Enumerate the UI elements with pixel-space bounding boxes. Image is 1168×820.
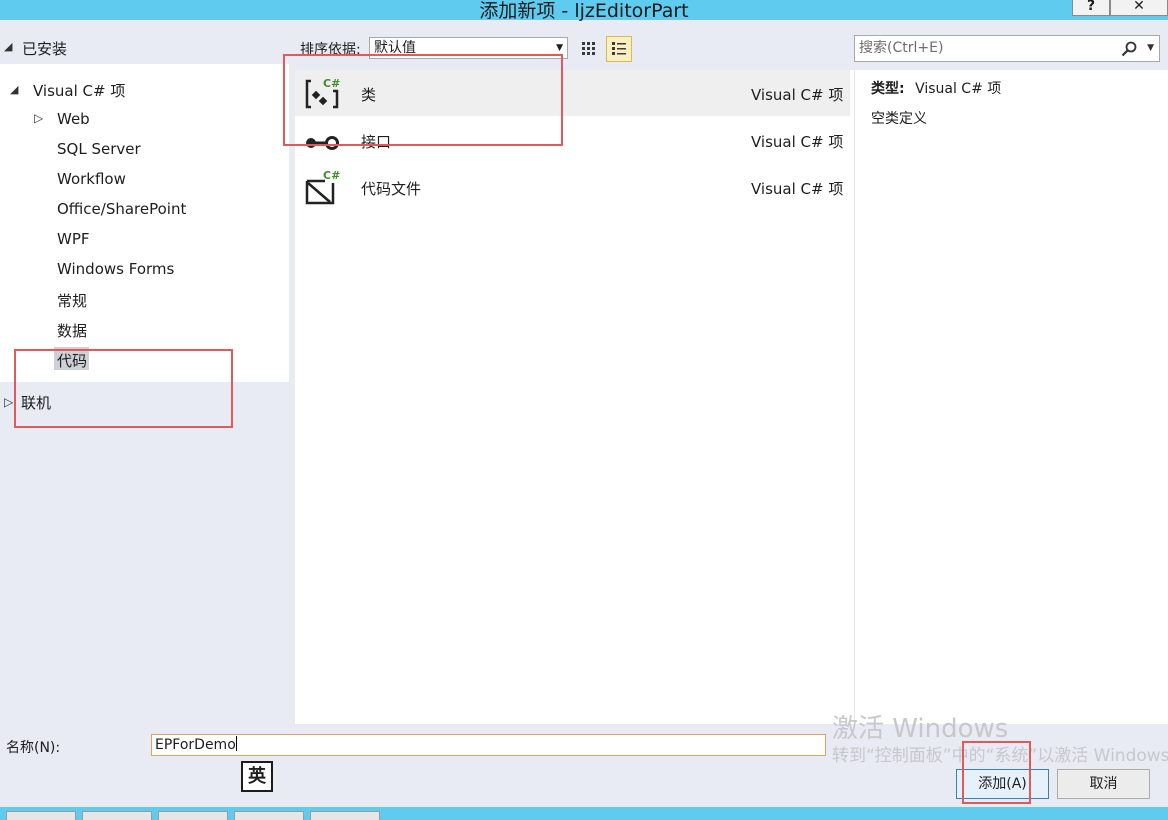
sort-value: 默认值 xyxy=(374,40,416,56)
tree-item-office-sharepoint[interactable]: Office/SharePoint xyxy=(57,200,186,218)
item-name: 代码文件 xyxy=(361,180,422,198)
taskbar-item[interactable] xyxy=(158,811,228,820)
tree-item-sql-server[interactable]: SQL Server xyxy=(57,140,141,158)
item-category: Visual C# 项 xyxy=(751,133,844,151)
tree-item-general[interactable]: 常规 xyxy=(57,290,87,311)
item-name: 类 xyxy=(361,86,377,104)
help-button[interactable]: ? xyxy=(1072,0,1110,16)
item-category: Visual C# 项 xyxy=(751,86,844,104)
collapse-arrow-icon[interactable]: ◢ xyxy=(10,83,18,96)
window-title: 添加新项 - ljzEditorPart xyxy=(479,0,689,22)
tree-item-visual-csharp[interactable]: Visual C# 项 xyxy=(33,80,125,101)
detail-type-label: 类型: xyxy=(871,81,905,97)
list-item-code-file[interactable]: C# 代码文件 Visual C# 项 xyxy=(295,164,850,210)
template-tree: ◢ Visual C# 项 ▷ Web SQL Server Workflow … xyxy=(0,64,289,382)
chevron-down-icon[interactable]: ▼ xyxy=(1147,36,1154,61)
taskbar-item[interactable] xyxy=(310,811,380,820)
detail-description: 空类定义 xyxy=(871,111,927,127)
taskbar-item[interactable] xyxy=(6,811,76,820)
class-icon: C# xyxy=(305,77,340,109)
sort-dropdown[interactable]: 默认值 ▼ xyxy=(369,37,568,59)
template-list: C# 类 Visual C# 项 接口 Visual C# 项 C# 代码文件 … xyxy=(295,70,854,724)
interface-icon xyxy=(306,136,339,150)
tree-item-wpf[interactable]: WPF xyxy=(57,230,90,248)
title-bar: 添加新项 - ljzEditorPart ? ✕ xyxy=(0,0,1168,22)
list-view-button[interactable] xyxy=(606,36,632,62)
cancel-button[interactable]: 取消 xyxy=(1057,769,1150,799)
tree-item-workflow[interactable]: Workflow xyxy=(57,170,126,188)
list-view-icon xyxy=(612,42,626,55)
collapse-arrow-icon[interactable]: ◢ xyxy=(4,40,12,53)
grid-view-icon xyxy=(582,42,595,55)
item-name: 接口 xyxy=(361,133,392,151)
list-item-interface[interactable]: 接口 Visual C# 项 xyxy=(295,117,850,163)
close-button[interactable]: ✕ xyxy=(1110,0,1168,16)
item-category: Visual C# 项 xyxy=(751,180,844,198)
add-button[interactable]: 添加(A) xyxy=(956,769,1049,799)
detail-type-value: Visual C# 项 xyxy=(915,81,1002,97)
taskbar-item[interactable] xyxy=(234,811,304,820)
activation-watermark-title: 激活 Windows xyxy=(832,714,1009,744)
expand-arrow-icon[interactable]: ▷ xyxy=(34,111,43,125)
ime-indicator[interactable]: 英 xyxy=(241,761,273,792)
text-caret xyxy=(235,736,237,751)
expand-arrow-icon[interactable]: ▷ xyxy=(4,395,13,409)
name-label: 名称(N): xyxy=(6,740,61,756)
search-placeholder: 搜索(Ctrl+E) xyxy=(859,40,944,56)
grid-view-button[interactable] xyxy=(576,36,602,62)
code-file-icon: C# xyxy=(305,169,340,205)
activation-watermark-text: 转到“控制面板”中的“系统”以激活 Windows。 xyxy=(832,746,1168,766)
taskbar-item[interactable] xyxy=(82,811,152,820)
name-input[interactable]: EPForDemo xyxy=(151,734,826,756)
tree-item-data[interactable]: 数据 xyxy=(57,320,87,341)
tree-item-online[interactable]: 联机 xyxy=(21,392,51,413)
details-pane: 类型: Visual C# 项 空类定义 xyxy=(854,70,1168,724)
svg-text:C#: C# xyxy=(323,169,340,182)
tree-item-windows-forms[interactable]: Windows Forms xyxy=(57,260,174,278)
list-item-class[interactable]: C# 类 Visual C# 项 xyxy=(295,70,850,116)
detail-type: 类型: Visual C# 项 xyxy=(871,78,1001,98)
search-icon[interactable] xyxy=(1121,36,1137,61)
tree-item-code[interactable]: 代码 xyxy=(57,350,87,371)
tree-item-web[interactable]: Web xyxy=(57,110,90,128)
installed-header[interactable]: ◢ 已安装 xyxy=(0,28,290,64)
search-input[interactable]: 搜索(Ctrl+E) ▼ xyxy=(854,35,1160,62)
svg-text:C#: C# xyxy=(323,77,340,90)
installed-label: 已安装 xyxy=(22,40,68,58)
name-value: EPForDemo xyxy=(155,737,236,753)
sort-label: 排序依据: xyxy=(300,42,361,58)
chevron-down-icon: ▼ xyxy=(556,43,563,53)
